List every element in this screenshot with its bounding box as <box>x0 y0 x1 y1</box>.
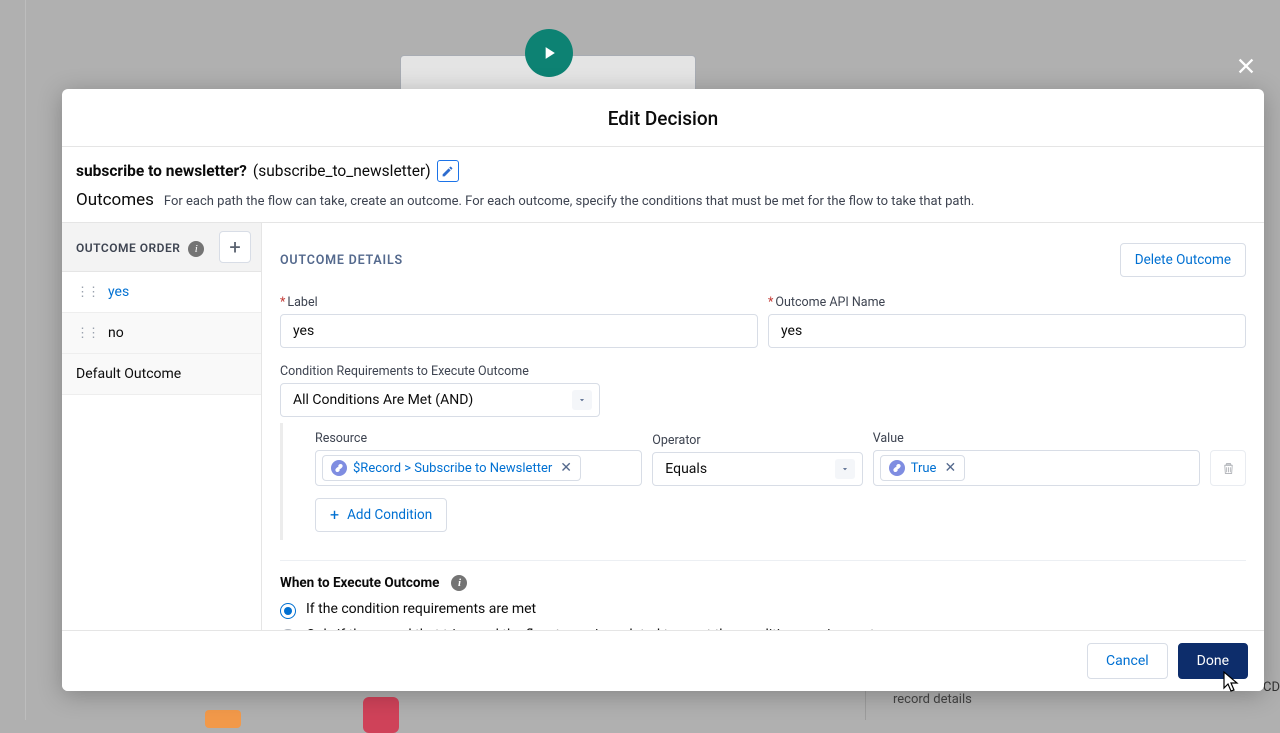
outcome-details: OUTCOME DETAILS Delete Outcome *Label *O… <box>262 223 1264 630</box>
value-input[interactable]: True ✕ <box>873 450 1200 486</box>
radio-label: Only if the record that triggered the fl… <box>306 627 882 630</box>
resource-label: Resource <box>315 431 642 446</box>
chevron-down-icon <box>835 459 855 479</box>
info-icon[interactable]: i <box>451 575 467 591</box>
sidebar-item-label: no <box>108 325 124 341</box>
radio-option-conditions-met[interactable]: If the condition requirements are met <box>280 601 1246 619</box>
condition-requirements-select[interactable]: All Conditions Are Met (AND) <box>280 383 600 417</box>
play-icon <box>525 29 573 77</box>
when-to-execute-heading: When to Execute Outcome <box>280 575 439 591</box>
outcomes-heading: Outcomes <box>76 190 154 210</box>
decision-name-row: subscribe to newsletter? (subscribe_to_n… <box>62 147 1264 188</box>
condition-requirements-label: Condition Requirements to Execute Outcom… <box>280 364 1246 379</box>
edit-name-button[interactable] <box>437 160 459 182</box>
decision-label: subscribe to newsletter? <box>76 162 247 180</box>
decision-api-name: (subscribe_to_newsletter) <box>253 162 431 180</box>
value-label: Value <box>873 431 1200 446</box>
chevron-down-icon <box>572 390 592 410</box>
plus-icon: + <box>330 507 339 523</box>
resource-input[interactable]: $Record > Subscribe to Newsletter ✕ <box>315 450 642 486</box>
radio-input[interactable] <box>280 603 296 619</box>
sidebar-item-label: yes <box>108 284 129 300</box>
radio-input[interactable] <box>280 629 296 630</box>
api-name-field-label: *Outcome API Name <box>768 295 1246 310</box>
value-pill[interactable]: True ✕ <box>880 455 965 481</box>
modal-title: Edit Decision <box>62 107 1264 130</box>
drag-handle-icon[interactable]: ⋮⋮ <box>76 326 98 341</box>
edit-decision-modal: Edit Decision subscribe to newsletter? (… <box>62 89 1264 691</box>
sidebar-item-yes[interactable]: ⋮⋮ yes <box>62 272 261 313</box>
resource-pill-text: $Record > Subscribe to Newsletter <box>353 461 552 476</box>
radio-label: If the condition requirements are met <box>306 601 536 617</box>
close-icon[interactable] <box>1228 48 1264 84</box>
cancel-button[interactable]: Cancel <box>1087 643 1168 679</box>
label-input[interactable] <box>280 314 758 348</box>
remove-resource-icon[interactable]: ✕ <box>560 460 572 476</box>
add-outcome-button[interactable]: + <box>219 231 251 263</box>
value-pill-text: True <box>911 461 937 476</box>
link-icon <box>331 460 347 476</box>
label-field-label: *Label <box>280 295 758 310</box>
sidebar-item-no[interactable]: ⋮⋮ no <box>62 313 261 354</box>
resource-pill[interactable]: $Record > Subscribe to Newsletter ✕ <box>322 455 581 481</box>
link-icon <box>889 460 905 476</box>
outcomes-description: For each path the flow can take, create … <box>164 194 974 209</box>
delete-outcome-button[interactable]: Delete Outcome <box>1120 243 1246 277</box>
outcome-details-title: OUTCOME DETAILS <box>280 253 403 268</box>
delete-condition-button[interactable] <box>1210 450 1246 486</box>
done-button[interactable]: Done <box>1178 643 1248 679</box>
modal-footer: Cancel Done <box>62 630 1264 691</box>
operator-label: Operator <box>652 433 862 448</box>
outcome-order-label: OUTCOME ORDER <box>76 241 180 255</box>
sidebar-item-default[interactable]: Default Outcome <box>62 354 261 395</box>
add-condition-button[interactable]: + Add Condition <box>315 498 447 532</box>
outcome-sidebar: OUTCOME ORDER i + ⋮⋮ yes ⋮⋮ no Default O… <box>62 223 262 630</box>
api-name-input[interactable] <box>768 314 1246 348</box>
operator-select[interactable]: Equals <box>652 452 862 486</box>
info-icon[interactable]: i <box>188 241 204 257</box>
remove-value-icon[interactable]: ✕ <box>944 460 956 476</box>
drag-handle-icon[interactable]: ⋮⋮ <box>76 285 98 300</box>
radio-option-updated-to-meet[interactable]: Only if the record that triggered the fl… <box>280 627 1246 630</box>
bg-text: record details <box>893 692 972 707</box>
